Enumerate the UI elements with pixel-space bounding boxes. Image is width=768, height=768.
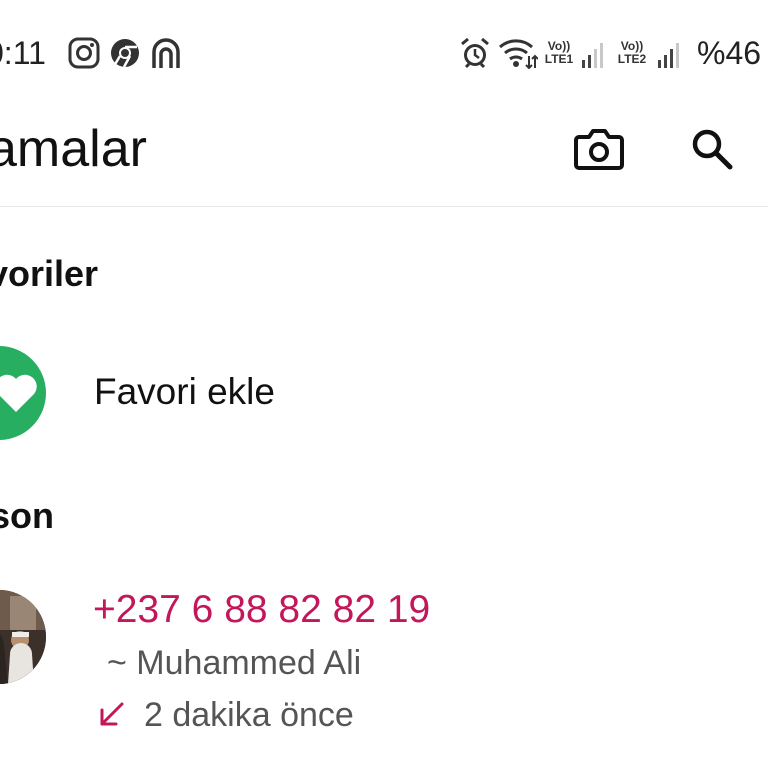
app-bar: amalar xyxy=(0,105,768,207)
sim1-label: Vo)) LTE1 xyxy=(540,40,578,66)
app-notification-icon xyxy=(149,36,183,70)
screen: 0:11 xyxy=(0,0,768,768)
sim2-network: LTE2 xyxy=(617,52,647,66)
status-time: 0:11 xyxy=(0,35,46,71)
sim2-label: Vo)) LTE2 xyxy=(613,40,651,66)
call-number: +237 6 88 82 82 19 xyxy=(93,588,431,631)
battery-level: %46 xyxy=(697,35,762,71)
search-button[interactable] xyxy=(684,121,740,177)
sim2-signal-icon xyxy=(658,42,680,68)
sim1-network: LTE1 xyxy=(544,52,574,66)
wifi-icon xyxy=(498,36,538,70)
add-favorite-label: Favori ekle xyxy=(94,371,275,412)
sim1-signal-icon xyxy=(582,42,604,68)
add-favorite-row[interactable]: Favori ekle xyxy=(0,340,768,444)
camera-icon xyxy=(574,129,624,170)
heart-icon xyxy=(0,374,37,412)
call-time: 2 dakika önce xyxy=(144,696,354,734)
avatar[interactable] xyxy=(0,590,46,684)
camera-button[interactable] xyxy=(571,121,627,177)
search-icon xyxy=(692,129,733,170)
alarm-icon xyxy=(458,36,492,70)
instagram-icon xyxy=(67,36,101,70)
missed-call-icon xyxy=(100,702,124,726)
chrome-icon xyxy=(108,36,142,70)
page-title: amalar xyxy=(0,120,147,178)
recent-header: son xyxy=(0,495,55,536)
favorites-header: voriler xyxy=(0,253,99,294)
status-bar: 0:11 xyxy=(0,0,768,105)
call-contact-name: ~ Muhammed Ali xyxy=(107,644,362,682)
call-log-item[interactable]: +237 6 88 82 82 19 ~ Muhammed Ali 2 daki… xyxy=(0,578,768,748)
add-favorite-avatar xyxy=(0,346,46,440)
